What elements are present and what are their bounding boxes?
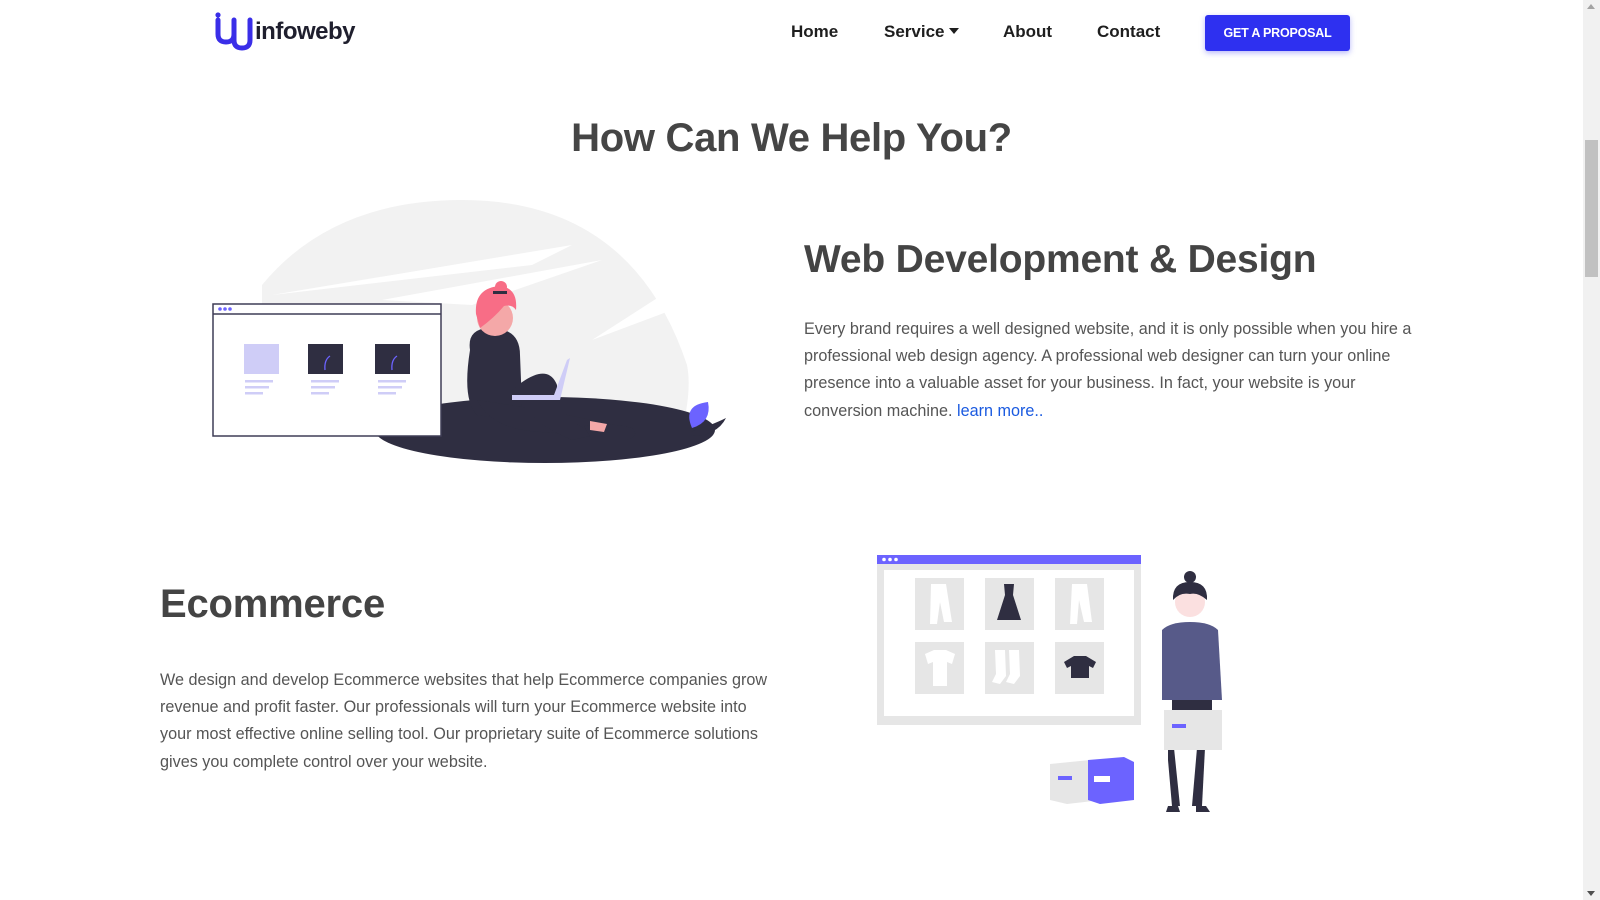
nav-service[interactable]: Service [884,22,959,42]
web-dev-description: Every brand requires a well designed web… [804,316,1434,425]
ecommerce-description: We design and develop Ecommerce websites… [160,671,768,771]
scroll-down-arrow-icon[interactable] [1587,891,1595,896]
scrollbar-thumb[interactable] [1585,140,1598,277]
web-design-illustration [212,200,726,463]
scroll-up-arrow-icon[interactable] [1587,4,1595,9]
ecommerce-heading: Ecommerce [160,582,385,626]
site-header: infoweby Home Service About Contact GET … [0,0,1583,66]
vertical-scrollbar[interactable] [1583,0,1600,900]
page-title: How Can We Help You? [571,116,1012,160]
nav-contact[interactable]: Contact [1097,22,1160,42]
learn-more-link[interactable]: learn more.. [957,402,1043,420]
nav-about[interactable]: About [1003,22,1052,42]
web-dev-heading: Web Development & Design [804,238,1317,281]
ecommerce-illustration [877,555,1222,812]
caret-down-icon [948,28,959,34]
nav-service-label: Service [884,22,945,41]
nav-home[interactable]: Home [791,22,838,42]
get-proposal-button[interactable]: GET A PROPOSAL [1205,15,1350,51]
web-dev-body-text: Every brand requires a well designed web… [804,320,1412,420]
